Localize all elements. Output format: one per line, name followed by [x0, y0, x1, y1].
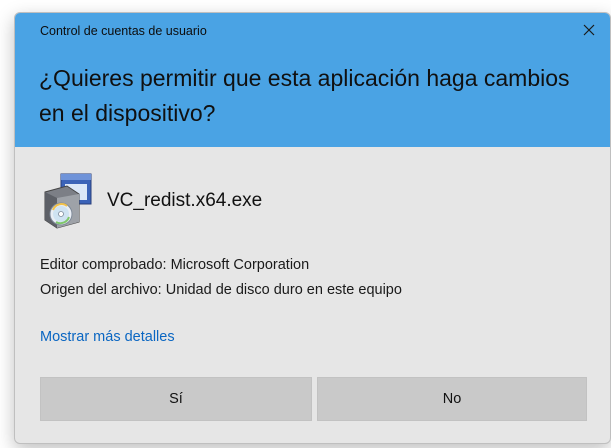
- app-name: VC_redist.x64.exe: [107, 190, 263, 211]
- installer-icon: [44, 173, 92, 229]
- show-more-details-link[interactable]: Mostrar más detalles: [40, 329, 175, 345]
- no-button[interactable]: No: [317, 377, 587, 421]
- app-info-row: VC_redist.x64.exe: [39, 171, 262, 231]
- screen: Control de cuentas de usuario ¿Quieres p…: [0, 0, 611, 448]
- dialog-title: Control de cuentas de usuario: [40, 24, 207, 38]
- yes-button[interactable]: Sí: [40, 377, 312, 421]
- close-icon: [583, 24, 595, 36]
- dialog-header: Control de cuentas de usuario ¿Quieres p…: [15, 13, 610, 147]
- app-details: Editor comprobado: Microsoft Corporation…: [40, 253, 402, 303]
- close-button[interactable]: [576, 17, 602, 43]
- dialog-question: ¿Quieres permitir que esta aplicación ha…: [39, 65, 570, 126]
- origin-text: Origen del archivo: Unidad de disco duro…: [40, 282, 402, 298]
- publisher-text: Editor comprobado: Microsoft Corporation: [40, 257, 310, 273]
- uac-dialog: Control de cuentas de usuario ¿Quieres p…: [14, 12, 611, 444]
